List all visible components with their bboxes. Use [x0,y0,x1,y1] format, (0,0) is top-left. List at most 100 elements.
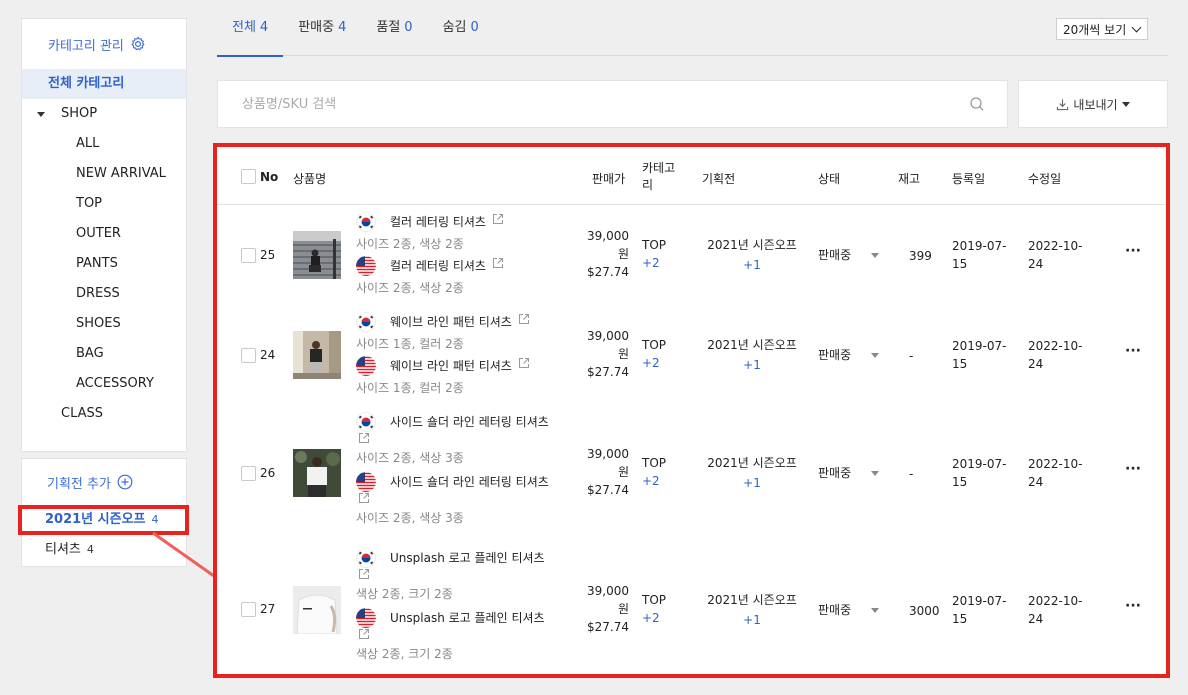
sidebar-item-dress[interactable]: DRESS [22,279,186,309]
price-cell: 39,000 원 $27.74 [569,227,629,281]
price-krw: 39,000 [587,229,629,243]
product-name-text[interactable]: Unsplash 로고 플레인 티셔츠 [390,549,545,567]
price-usd: $27.74 [587,620,629,634]
category-more-link[interactable]: +2 [642,254,666,272]
more-options-icon[interactable]: ··· [1125,598,1141,614]
per-page-select[interactable]: 20개씩 보기 [1056,18,1148,40]
product-name-text[interactable]: 컬러 레터링 티셔츠 [390,213,486,231]
sidebar-item-bag[interactable]: BAG [22,339,186,369]
more-options-icon[interactable]: ··· [1125,343,1141,359]
sidebar-item-all-categories[interactable]: 전체 카테고리 [22,69,186,99]
sidebar-item-all[interactable]: ALL [22,129,186,159]
sidebar-item-new-arrival[interactable]: NEW ARRIVAL [22,159,186,189]
external-link-icon[interactable] [358,492,370,504]
sidebar-item-top[interactable]: TOP [22,189,186,219]
external-link-row [356,628,566,642]
product-name-text[interactable]: Unsplash 로고 플레인 티셔츠 [390,609,545,627]
exhibition-more-link[interactable]: +1 [706,356,798,374]
external-link-icon[interactable] [358,432,370,444]
tab-hidden[interactable]: 숨김 0 [428,0,494,56]
modified-date-part: 2022-10- [1028,339,1083,353]
modified-date: 2022-10- 24 [1028,337,1082,373]
exhibition-more-link[interactable]: +1 [706,474,798,492]
tab-on-sale[interactable]: 판매중 4 [283,0,361,56]
product-name-text[interactable]: 컬러 레터링 티셔츠 [390,257,486,275]
row-no: 26 [260,466,276,480]
external-link-row [356,492,566,506]
usa-flag-icon [356,608,376,628]
caret-down-icon[interactable] [871,353,879,358]
price-usd: $27.74 [587,365,629,379]
caret-down-icon [1121,101,1130,107]
category-manage-button[interactable]: 카테고리 관리 [22,19,186,69]
exhibition-item-tshirts[interactable]: 티셔츠 4 [22,535,186,565]
product-thumbnail[interactable] [293,231,341,279]
external-link-icon[interactable] [358,568,370,580]
tab-sold-out[interactable]: 품절 0 [361,0,427,56]
per-page-value: 20개씩 보기 [1063,22,1127,37]
product-name-text[interactable]: 사이드 숄더 라인 레터링 티셔츠 [390,473,549,491]
status-select[interactable]: 판매중 [818,246,851,264]
caret-down-icon[interactable] [871,253,879,258]
korea-flag-icon [356,412,376,432]
external-link-icon[interactable] [518,313,530,325]
korea-flag-icon [356,312,376,332]
exhibition-more-link[interactable]: +1 [706,611,798,629]
search-input[interactable] [242,96,922,112]
sidebar-item-pants[interactable]: PANTS [22,249,186,279]
table-row[interactable]: 26 사이드 숄더 라인 레터링 티셔츠 사이즈 2종, 색상 3종 사이드 숄… [217,405,1166,541]
sidebar-item-shop[interactable]: SHOP [22,99,186,129]
table-row[interactable]: 25 컬러 레터링 티셔츠 사이즈 2종, 색상 2종 컬러 레터링 티셔츠 사… [217,205,1166,305]
product-thumbnail[interactable] [293,586,341,634]
export-button[interactable]: 내보내기 [1018,80,1168,128]
category-more-link[interactable]: +2 [642,354,666,372]
tab-all[interactable]: 전체 4 [217,0,284,57]
sidebar-item-shoes[interactable]: SHOES [22,309,186,339]
sidebar-item-accessory[interactable]: ACCESSORY [22,369,186,399]
product-options: 사이즈 1종, 컬러 2종 [356,381,464,395]
plus-circle-icon [117,474,133,490]
product-name-kr: 웨이브 라인 패턴 티셔츠 [356,312,566,332]
add-exhibition-button[interactable]: 기획전 추가 [22,459,186,505]
status-select[interactable]: 판매중 [818,464,851,482]
category-more-link[interactable]: +2 [642,609,666,627]
row-checkbox[interactable] [241,348,256,363]
table-row[interactable]: 27 Unsplash 로고 플레인 티셔츠 색상 2종, 크기 2종 Unsp… [217,541,1166,674]
caret-down-icon[interactable] [871,471,879,476]
category-more-link[interactable]: +2 [642,472,666,490]
product-table: No 상품명 판매가 카테고리 기획전 상태 재고 등록일 수정일 25 컬러 … [213,143,1170,678]
header-stock: 재고 [898,172,921,186]
product-name-text[interactable]: 웨이브 라인 패턴 티셔츠 [390,313,512,331]
row-checkbox[interactable] [241,602,256,617]
caret-down-icon[interactable] [871,608,879,613]
select-all-checkbox[interactable] [241,169,256,184]
sidebar-item-outer[interactable]: OUTER [22,219,186,249]
product-options: 색상 2종, 크기 2종 [356,647,453,661]
modified-date-part: 2022-10- [1028,594,1083,608]
status-select[interactable]: 판매중 [818,346,851,364]
external-link-icon[interactable] [518,357,530,369]
modified-date: 2022-10- 24 [1028,237,1082,273]
exhibition-cell: 2021년 시즌오프 +1 [706,236,798,274]
price-krw-unit: 원 [617,602,629,616]
product-thumbnail[interactable] [293,449,341,497]
external-link-icon[interactable] [492,257,504,269]
status-select[interactable]: 판매중 [818,601,851,619]
category-cell: TOP +2 [642,591,666,627]
more-options-icon[interactable]: ··· [1125,461,1141,477]
category-panel: 카테고리 관리 전체 카테고리 SHOP ALL NEW ARRIVAL TOP… [21,18,187,452]
external-link-icon[interactable] [492,213,504,225]
external-link-icon[interactable] [358,628,370,640]
table-row[interactable]: 24 웨이브 라인 패턴 티셔츠 사이즈 1종, 컬러 2종 웨이브 라인 패턴… [217,305,1166,405]
exhibition-cell: 2021년 시즌오프 +1 [706,454,798,492]
product-name-text[interactable]: 사이드 숄더 라인 레터링 티셔츠 [390,413,549,431]
more-options-icon[interactable]: ··· [1125,243,1141,259]
row-checkbox[interactable] [241,248,256,263]
caret-down-icon[interactable] [37,112,45,117]
row-checkbox[interactable] [241,466,256,481]
sidebar-item-class[interactable]: CLASS [22,399,186,429]
product-thumbnail[interactable] [293,331,341,379]
product-name-text[interactable]: 웨이브 라인 패턴 티셔츠 [390,357,512,375]
search-icon[interactable] [969,96,985,112]
exhibition-more-link[interactable]: +1 [706,256,798,274]
